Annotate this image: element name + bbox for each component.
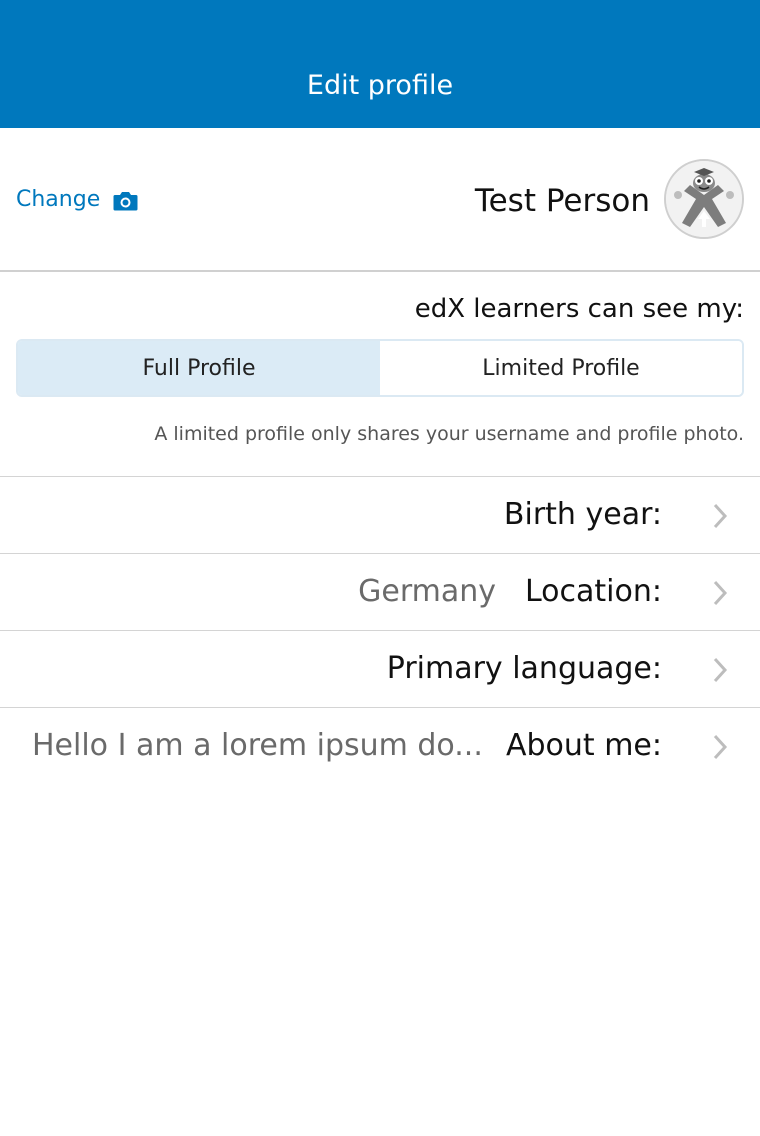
about-me-label: About me: <box>505 728 662 763</box>
full-profile-option[interactable]: Full Profile <box>18 341 380 395</box>
chevron-right-icon <box>713 734 728 760</box>
about-me-row[interactable]: Hello I am a lorem ipsum do... About me: <box>0 707 760 784</box>
profile-name: Test Person <box>474 183 650 219</box>
primary-language-label: Primary language: <box>386 651 662 686</box>
camera-icon[interactable] <box>113 191 138 211</box>
limited-profile-option[interactable]: Limited Profile <box>380 341 742 395</box>
location-row[interactable]: Germany Location: <box>0 553 760 630</box>
birth-year-row[interactable]: Birth year: <box>0 476 760 553</box>
privacy-heading: edX learners can see my: <box>414 294 744 324</box>
primary-language-row[interactable]: Primary language: <box>0 630 760 707</box>
profile-visibility-selector: Full Profile Limited Profile <box>16 339 744 397</box>
avatar[interactable] <box>664 159 744 239</box>
about-me-value: Hello I am a lorem ipsum do... <box>32 728 483 763</box>
profile-header: Change Test Person <box>0 128 760 272</box>
chevron-right-icon <box>713 503 728 529</box>
privacy-note: A limited profile only shares your usern… <box>154 423 744 445</box>
birth-year-label: Birth year: <box>503 497 662 532</box>
navigation-bar: Edit profile <box>0 0 760 128</box>
chevron-right-icon <box>713 580 728 606</box>
chevron-right-icon <box>713 657 728 683</box>
location-value: Germany <box>358 574 496 609</box>
avatar-icon <box>666 161 742 237</box>
location-label: Location: <box>525 574 662 609</box>
page-title: Edit profile <box>306 70 454 101</box>
change-photo-link[interactable]: Change <box>16 183 100 217</box>
